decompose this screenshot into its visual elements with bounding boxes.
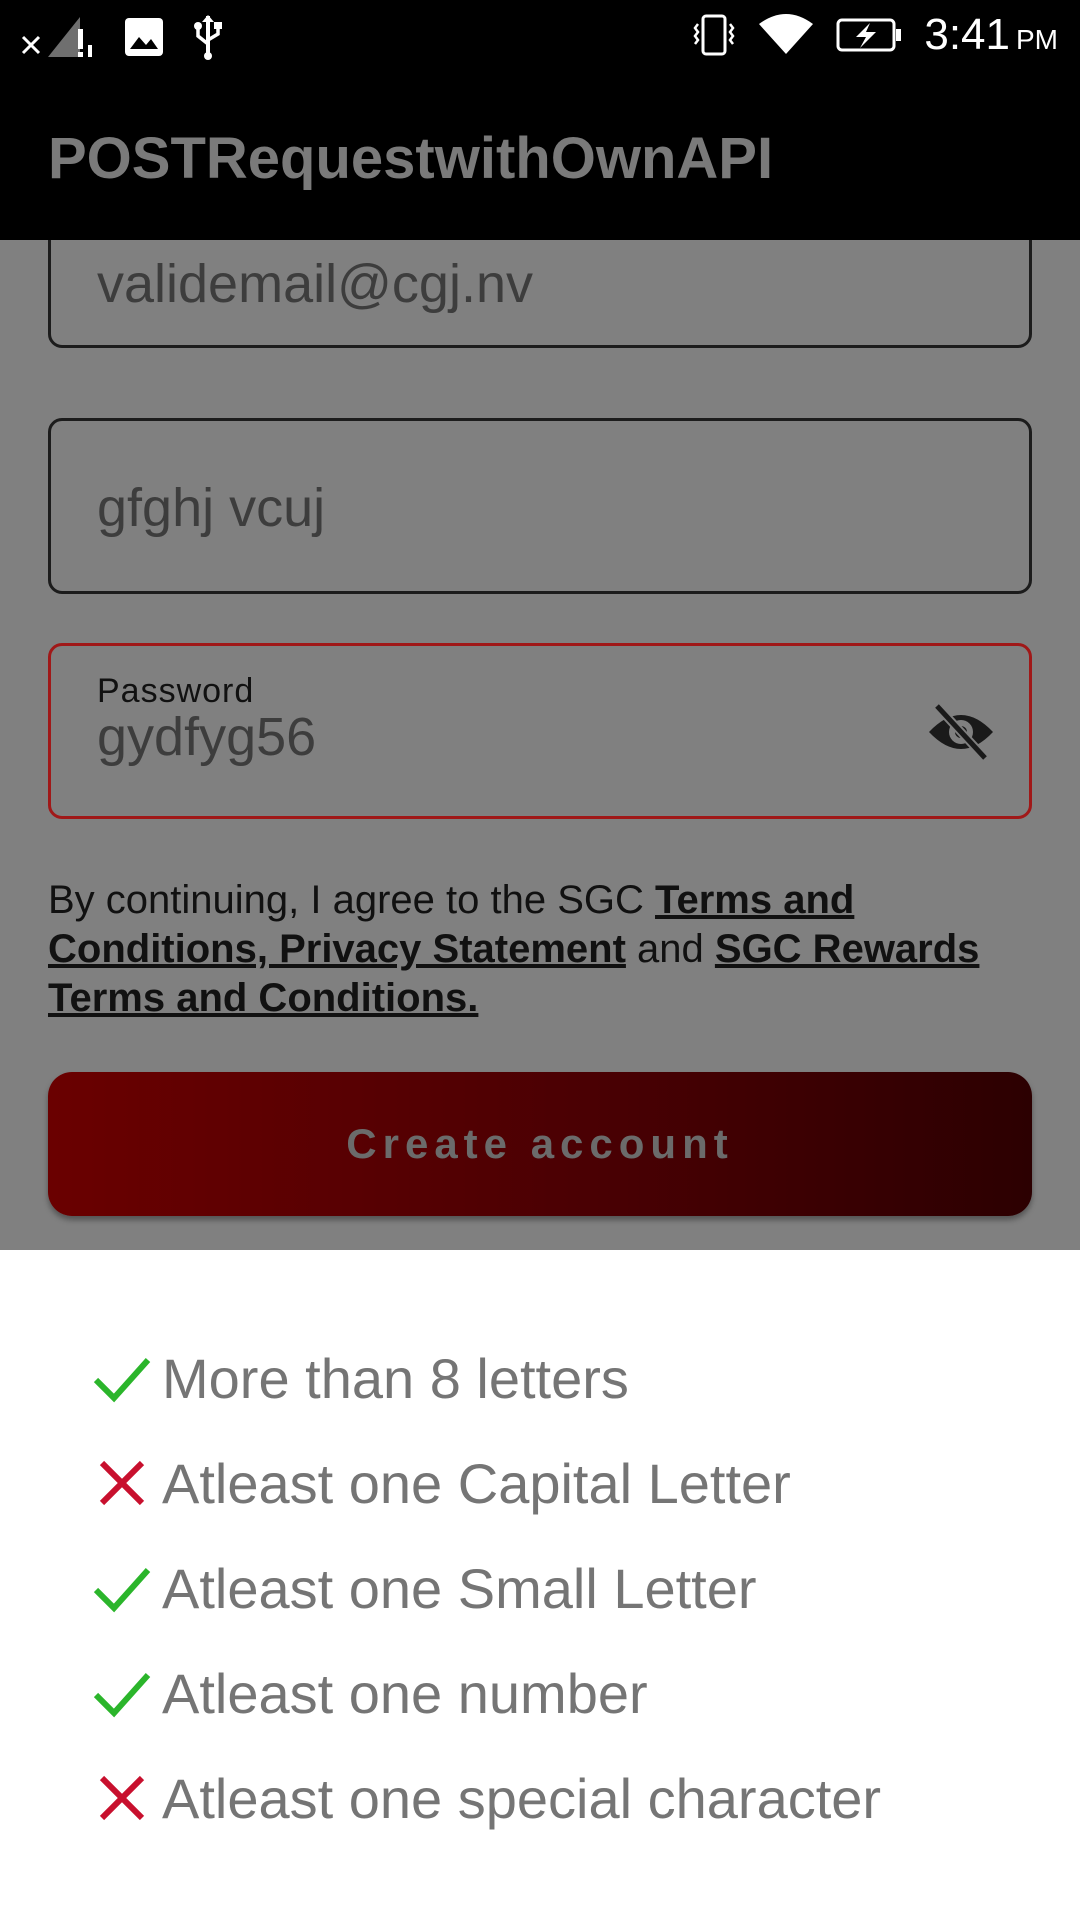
cross-icon <box>99 1775 145 1821</box>
rule-text: Atleast one Capital Letter <box>162 1451 791 1515</box>
status-bar: 3:41 PM <box>0 0 1080 75</box>
image-icon <box>125 18 163 56</box>
rule-text: Atleast one special character <box>162 1766 882 1830</box>
password-value: gydfyg56 <box>97 707 317 767</box>
rule-item: Atleast one number <box>92 1653 648 1733</box>
name-field[interactable]: gfghj vcuj <box>48 418 1032 594</box>
rule-text: Atleast one number <box>162 1661 648 1725</box>
password-rules-sheet: More than 8 letters Atleast one Capital … <box>0 1250 1080 1920</box>
status-time: 3:41 PM <box>924 10 1058 59</box>
battery-charging-icon <box>836 18 902 52</box>
rule-text: Atleast one Small Letter <box>162 1556 757 1620</box>
email-value: validemail@cgj.nv <box>97 254 533 314</box>
password-field[interactable]: Password gydfyg56 <box>48 643 1032 819</box>
rule-item: Atleast one Small Letter <box>92 1548 757 1628</box>
rule-item: Atleast one Capital Letter <box>92 1443 791 1523</box>
email-field[interactable]: validemail@cgj.nv <box>48 240 1032 348</box>
terms-middle: and <box>625 927 715 971</box>
cross-icon <box>99 1460 145 1506</box>
wifi-icon <box>759 14 814 54</box>
signup-form: validemail@cgj.nv gfghj vcuj Password gy… <box>0 240 1080 1250</box>
name-value: gfghj vcuj <box>97 478 326 538</box>
visibility-off-icon[interactable] <box>927 702 995 762</box>
vibrate-icon <box>693 14 735 56</box>
rule-item: More than 8 letters <box>92 1338 629 1418</box>
check-icon <box>93 1357 151 1403</box>
app-bar: POSTRequestwithOwnAPI <box>0 75 1080 240</box>
app-title: POSTRequestwithOwnAPI <box>48 126 774 191</box>
rule-text: More than 8 letters <box>162 1346 629 1410</box>
terms-text: By continuing, I agree to the SGC Terms … <box>48 876 1038 1023</box>
terms-prefix: By continuing, I agree to the SGC <box>48 878 656 922</box>
check-icon <box>93 1672 151 1718</box>
no-signal-icon <box>48 17 92 57</box>
rule-item: Atleast one special character <box>92 1758 881 1838</box>
close-icon <box>21 35 41 55</box>
create-account-button[interactable]: Create account <box>48 1072 1032 1216</box>
check-icon <box>93 1567 151 1613</box>
usb-icon <box>194 15 222 60</box>
